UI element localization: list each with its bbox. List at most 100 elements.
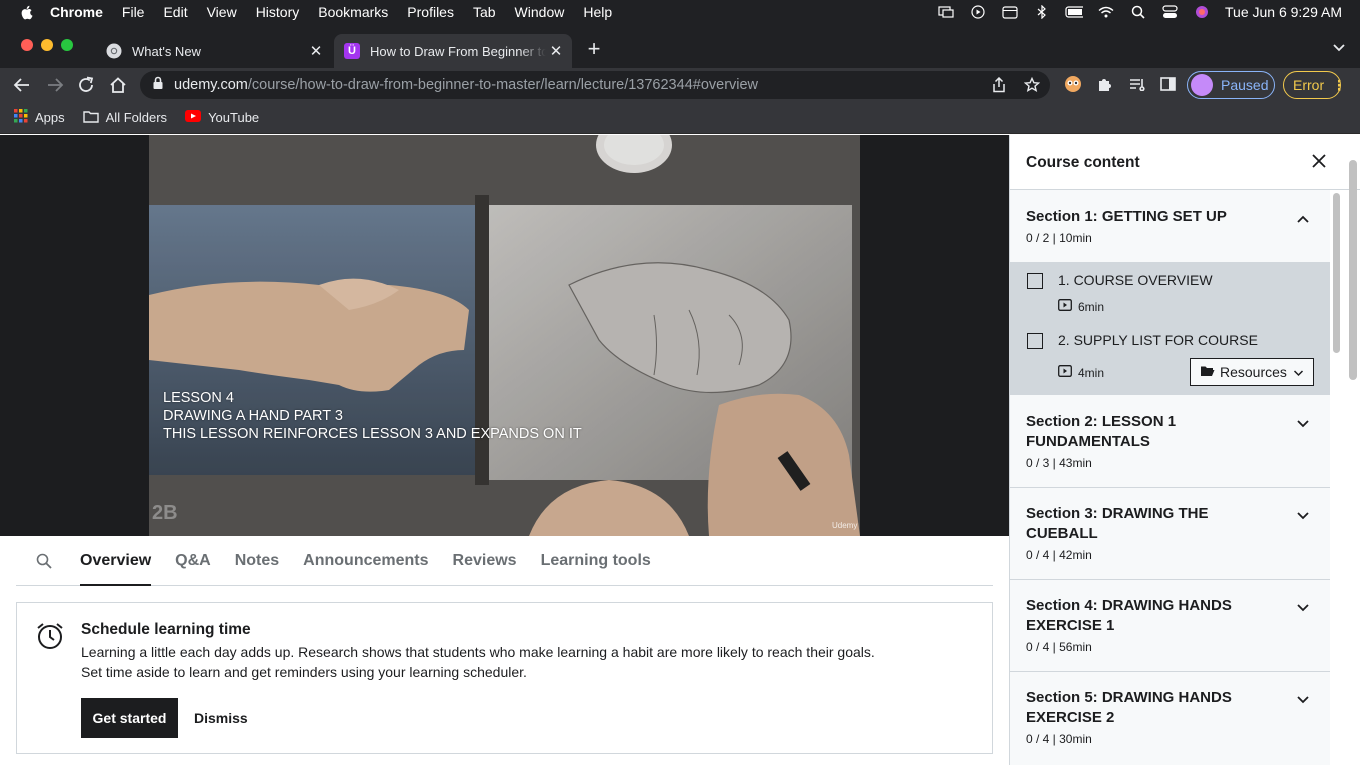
profile-status-label: Paused [1221,77,1269,93]
bookmark-all-folders[interactable]: All Folders [82,110,168,126]
video-watermark: 2B [152,502,178,524]
tab-learning-tools[interactable]: Learning tools [541,536,651,586]
new-tab-button[interactable]: + [584,37,604,61]
resources-label: Resources [1220,364,1287,380]
menu-edit[interactable]: Edit [163,4,187,20]
clock[interactable]: Tue Jun 6 9:29 AM [1225,4,1342,20]
tab-close-icon[interactable]: ✕ [546,42,566,60]
section-2-header[interactable]: Section 2: LESSON 1 FUNDAMENTALS 0 / 3 |… [1010,395,1330,488]
forward-arrow-icon[interactable] [44,74,66,96]
apple-logo-icon[interactable] [18,3,36,21]
chrome-logo-icon [106,43,122,59]
tab-qa[interactable]: Q&A [175,536,211,586]
section-meta: 0 / 4 | 30min [1026,732,1092,746]
url-host: udemy.com [174,77,248,93]
window-close-button[interactable] [21,39,33,51]
error-label: Error [1293,77,1325,93]
menu-window[interactable]: Window [515,4,565,20]
chevron-up-icon[interactable] [1296,211,1310,229]
lecture-2-title[interactable]: 2. SUPPLY LIST FOR COURSE [1058,332,1258,348]
duration-text: 6min [1078,299,1105,314]
tab-reviews[interactable]: Reviews [453,536,517,586]
search-icon[interactable] [36,553,66,569]
extensions-puzzle-icon[interactable] [1095,74,1115,94]
share-icon[interactable] [992,76,1006,97]
menu-bookmarks[interactable]: Bookmarks [318,4,388,20]
menu-file[interactable]: File [122,4,145,20]
menu-profiles[interactable]: Profiles [407,4,454,20]
control-center-icon[interactable] [1161,5,1179,19]
menu-tab[interactable]: Tab [473,4,496,20]
extension-face-icon[interactable] [1063,74,1083,94]
reload-icon[interactable] [75,74,97,96]
bookmark-star-icon[interactable] [1023,76,1041,97]
status-area: Tue Jun 6 9:29 AM [937,0,1342,24]
section-title: Section 1: GETTING SET UP [1026,208,1227,225]
browser-tab-whats-new[interactable]: What's New ✕ [96,34,332,68]
dismiss-button[interactable]: Dismiss [194,698,248,738]
window-minimize-button[interactable] [41,39,53,51]
kebab-menu-icon[interactable]: ⋮ [1332,77,1346,94]
lecture-2-checkbox[interactable] [1027,333,1043,349]
section-3-header[interactable]: Section 3: DRAWING THE CUEBALL 0 / 4 | 4… [1010,488,1330,580]
chevron-down-icon[interactable] [1296,692,1310,710]
back-arrow-icon[interactable] [11,74,33,96]
lecture-1-title[interactable]: 1. COURSE OVERVIEW [1058,272,1213,288]
side-panel-icon[interactable] [1158,74,1178,94]
address-bar[interactable]: udemy.com/course/how-to-draw-from-beginn… [140,71,1050,99]
window-zoom-button[interactable] [61,39,73,51]
tab-overview[interactable]: Overview [80,536,152,586]
tab-close-icon[interactable]: ✕ [306,42,326,60]
tab-title: What's New [132,43,201,59]
sidebar-header: Course content [1010,135,1360,190]
lecture-1-checkbox[interactable] [1027,273,1043,289]
video-frame[interactable] [149,135,860,536]
menu-app-name[interactable]: Chrome [50,4,103,20]
chevron-down-icon[interactable] [1296,508,1310,526]
section-4-header[interactable]: Section 4: DRAWING HANDS EXERCISE 1 0 / … [1010,580,1330,672]
video-player[interactable]: LESSON 4 DRAWING A HAND PART 3 THIS LESS… [0,135,1009,536]
sidebar-title: Course content [1026,154,1140,171]
calendar-icon[interactable] [1001,5,1019,19]
menu-view[interactable]: View [207,4,237,20]
lecture-2-duration: 4min [1058,365,1104,380]
tab-announcements[interactable]: Announcements [303,536,428,586]
bookmark-apps[interactable]: Apps [14,109,65,126]
play-circle-icon[interactable] [969,5,987,19]
menu-help[interactable]: Help [583,4,612,20]
page-scrollbar[interactable] [1349,160,1357,380]
site-info-icon[interactable] [152,76,164,94]
sidebar-scrollbar[interactable] [1333,193,1340,353]
video-play-icon [1058,299,1072,314]
video-play-icon [1058,365,1072,380]
tab-search-chevron-icon[interactable] [1332,40,1346,58]
section-5-header[interactable]: Section 5: DRAWING HANDS EXERCISE 2 0 / … [1010,672,1330,765]
schedule-text-line-1: Learning a little each day adds up. Rese… [81,644,875,660]
section-meta: 0 / 4 | 42min [1026,548,1092,562]
reading-list-icon[interactable] [1127,74,1147,94]
schedule-title: Schedule learning time [81,621,251,638]
bookmark-youtube[interactable]: YouTube [185,110,259,125]
section-meta: 0 / 2 | 10min [1026,231,1092,245]
browser-tab-udemy[interactable]: Ü How to Draw From Beginner to ✕ [334,34,572,68]
resources-dropdown[interactable]: Resources [1190,358,1314,386]
home-icon[interactable] [107,74,129,96]
wifi-icon[interactable] [1097,5,1115,19]
tab-notes[interactable]: Notes [235,536,279,586]
menu-history[interactable]: History [256,4,300,20]
chevron-down-icon[interactable] [1296,600,1310,618]
caption-line-1: LESSON 4 [163,390,234,406]
get-started-button[interactable]: Get started [81,698,178,738]
spotlight-search-icon[interactable] [1129,5,1147,19]
screen-mirroring-icon[interactable] [937,5,955,19]
battery-icon[interactable] [1065,5,1083,19]
chevron-down-icon[interactable] [1296,416,1310,434]
close-icon[interactable] [1311,153,1327,174]
profile-avatar [1191,74,1213,96]
siri-icon[interactable] [1193,5,1211,19]
profile-paused-button[interactable]: Paused [1187,71,1275,99]
chrome-error-button[interactable]: Error ⋮ [1283,71,1346,99]
bluetooth-icon[interactable] [1033,5,1051,19]
bookmark-label: All Folders [105,110,168,125]
section-1-header[interactable]: Section 1: GETTING SET UP 0 / 2 | 10min [1010,190,1330,263]
